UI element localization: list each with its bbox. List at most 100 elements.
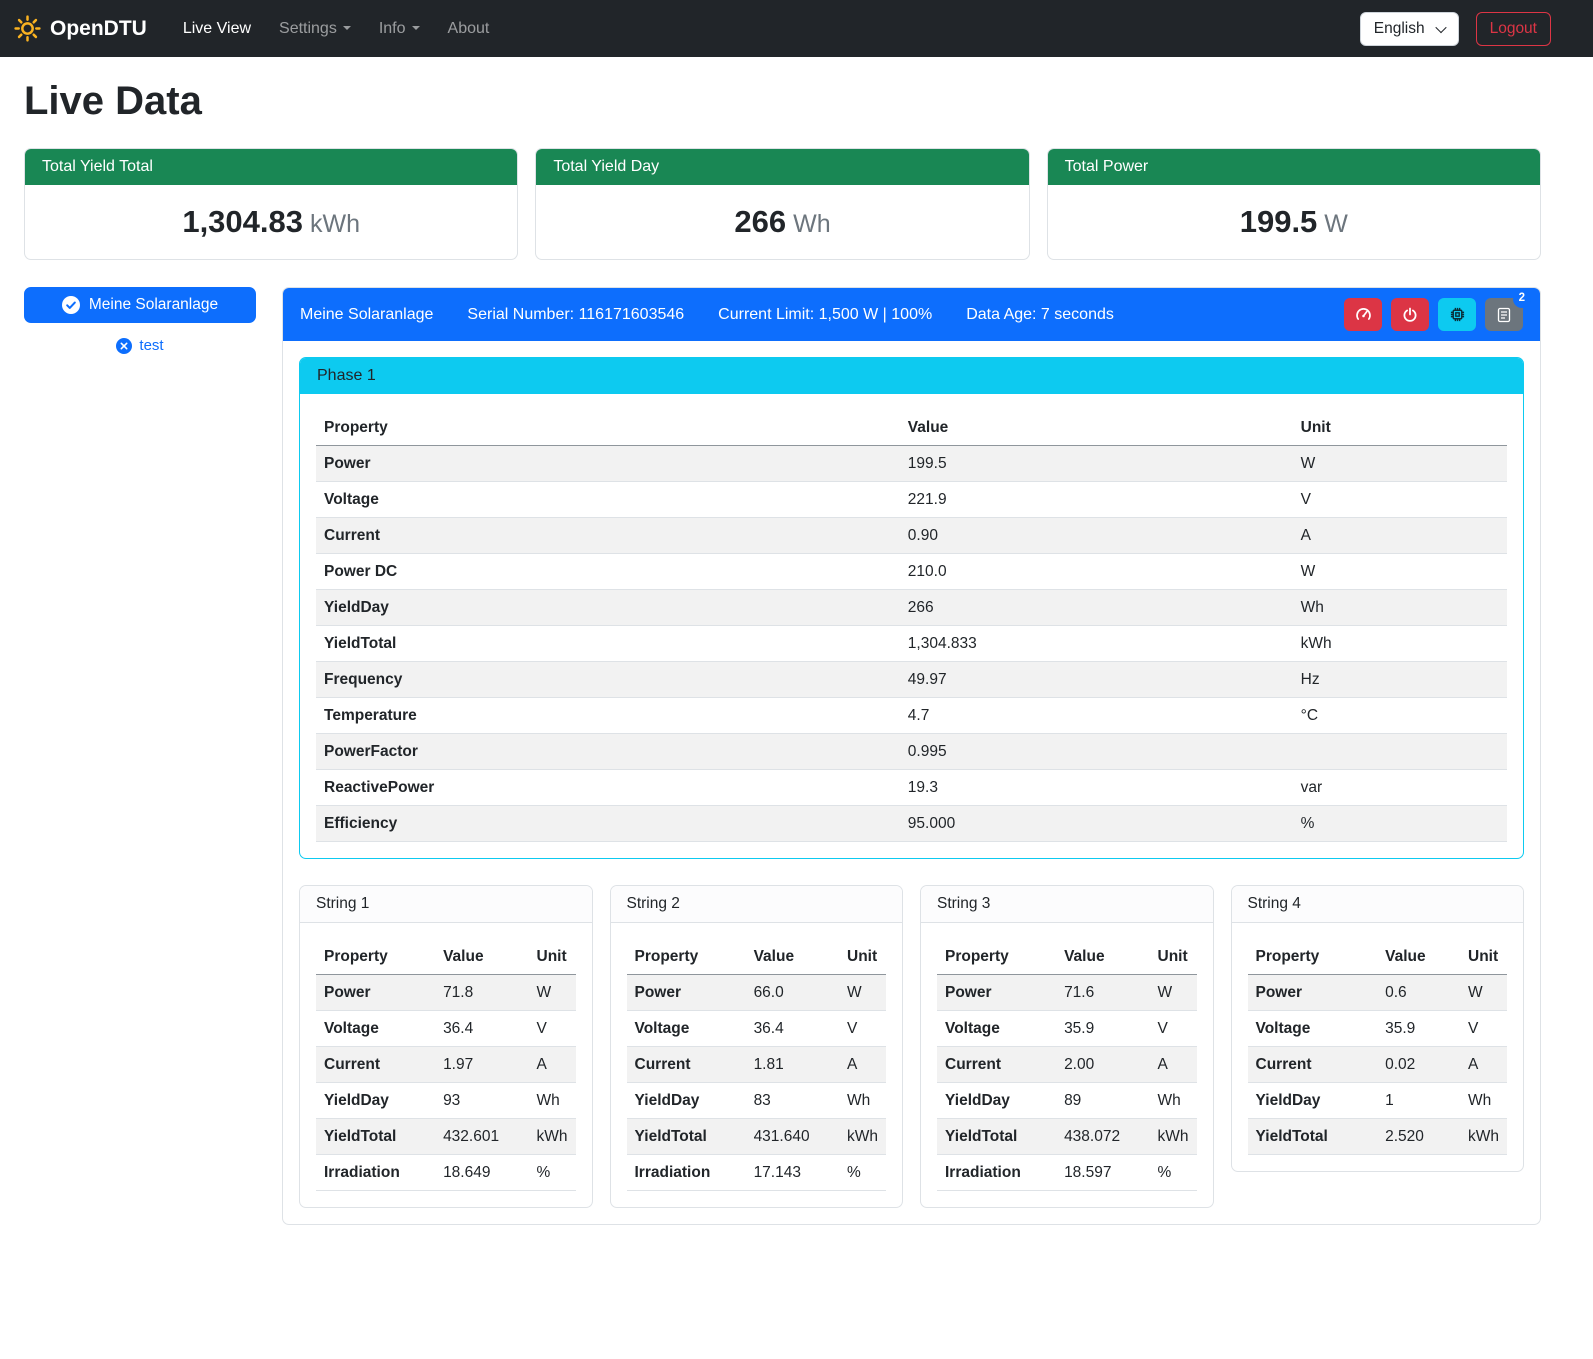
table-row: Irradiation 18.649 % [316, 1155, 576, 1191]
card-unit: Wh [793, 210, 831, 238]
table-row: YieldDay 1 Wh [1248, 1083, 1508, 1119]
total-yield-total-card: Total Yield Total 1,304.83kWh [24, 148, 518, 260]
value-cell: 66.0 [746, 975, 839, 1011]
table-row: YieldTotal 1,304.833 kWh [316, 626, 1507, 662]
property-cell: PowerFactor [316, 734, 900, 770]
language-select-value: English [1374, 20, 1425, 38]
value-cell: 49.97 [900, 662, 1293, 698]
value-cell: 1.97 [435, 1047, 528, 1083]
table-row: ReactivePower 19.3 var [316, 770, 1507, 806]
column-value: Value [900, 410, 1293, 446]
property-cell: YieldTotal [1248, 1119, 1378, 1155]
table-row: YieldTotal 431.640 kWh [627, 1119, 887, 1155]
unit-cell: % [839, 1155, 886, 1191]
caret-down-icon [412, 26, 420, 30]
logout-button[interactable]: Logout [1476, 12, 1551, 46]
unit-cell: °C [1293, 698, 1507, 734]
unit-cell: W [839, 975, 886, 1011]
column-unit: Unit [1150, 939, 1197, 975]
value-cell: 35.9 [1056, 1011, 1149, 1047]
total-power-card: Total Power 199.5W [1047, 148, 1541, 260]
value-cell: 93 [435, 1083, 528, 1119]
property-cell: Current [316, 1047, 435, 1083]
chevron-down-icon [1435, 21, 1446, 32]
power-toggle-button[interactable] [1391, 298, 1429, 331]
table-row: Efficiency 95.000 % [316, 806, 1507, 842]
unit-cell: Wh [1460, 1083, 1507, 1119]
nav-item-settings[interactable]: Settings [265, 12, 365, 46]
unit-cell: kWh [1460, 1119, 1507, 1155]
unit-cell: A [1293, 518, 1507, 554]
property-cell: YieldDay [627, 1083, 746, 1119]
card-unit: W [1324, 210, 1348, 238]
value-cell: 0.995 [900, 734, 1293, 770]
caret-down-icon [343, 26, 351, 30]
value-cell: 432.601 [435, 1119, 528, 1155]
property-cell: Frequency [316, 662, 900, 698]
value-cell: 221.9 [900, 482, 1293, 518]
unit-cell: V [839, 1011, 886, 1047]
property-cell: Power DC [316, 554, 900, 590]
property-cell: Voltage [937, 1011, 1056, 1047]
nav-links: Live View Settings Info About [169, 12, 1360, 46]
property-cell: YieldDay [316, 1083, 435, 1119]
event-count-badge: 2 [1513, 290, 1531, 308]
property-cell: Voltage [627, 1011, 746, 1047]
property-cell: YieldTotal [316, 1119, 435, 1155]
inverter-name: Meine Solaranlage [300, 306, 433, 324]
journal-icon [1496, 307, 1512, 323]
limit-settings-button[interactable] [1344, 298, 1382, 331]
value-cell: 1,304.833 [900, 626, 1293, 662]
nav-item-live-view[interactable]: Live View [169, 12, 265, 46]
column-property: Property [316, 410, 900, 446]
table-row: Power 66.0 W [627, 975, 887, 1011]
inverter-actions: 2 [1344, 298, 1523, 331]
value-cell: 18.649 [435, 1155, 528, 1191]
unit-cell: kWh [529, 1119, 576, 1155]
phase-table: Property Value Unit Power 199.5 W [316, 410, 1507, 842]
device-info-button[interactable] [1438, 298, 1476, 331]
page-title: Live Data [24, 79, 1541, 124]
value-cell: 1 [1377, 1083, 1460, 1119]
inverter-button-test[interactable]: test [24, 337, 256, 354]
language-select[interactable]: English [1360, 12, 1459, 46]
inverter-button-selected[interactable]: Meine Solaranlage [24, 287, 256, 323]
unit-cell: V [1150, 1011, 1197, 1047]
brand[interactable]: OpenDTU [14, 15, 147, 42]
table-row: Power 71.8 W [316, 975, 576, 1011]
nav-item-info[interactable]: Info [365, 12, 434, 46]
value-cell: 71.8 [435, 975, 528, 1011]
event-log-button[interactable]: 2 [1485, 298, 1523, 331]
string-3-card: String 3 Property Value Unit [920, 885, 1214, 1208]
table-row: YieldDay 83 Wh [627, 1083, 887, 1119]
property-cell: Efficiency [316, 806, 900, 842]
inverter-limit: Current Limit: 1,500 W | 100% [718, 306, 932, 324]
property-cell: Irradiation [316, 1155, 435, 1191]
string-1-card: String 1 Property Value Unit [299, 885, 593, 1208]
unit-cell: W [1293, 446, 1507, 482]
value-cell: 95.000 [900, 806, 1293, 842]
inverter-serial: Serial Number: 116171603546 [467, 306, 684, 324]
brand-label: OpenDTU [50, 17, 147, 41]
card-title: Total Yield Total [25, 149, 517, 185]
string-2-card: String 2 Property Value Unit [610, 885, 904, 1208]
unit-cell: A [529, 1047, 576, 1083]
table-row: Power 199.5 W [316, 446, 1507, 482]
table-row: YieldTotal 432.601 kWh [316, 1119, 576, 1155]
strings-row: String 1 Property Value Unit [299, 885, 1524, 1208]
value-cell: 2.520 [1377, 1119, 1460, 1155]
table-header-row: Property Value Unit [627, 939, 887, 975]
nav-item-about[interactable]: About [434, 12, 504, 46]
table-row: Irradiation 18.597 % [937, 1155, 1197, 1191]
table-row: Irradiation 17.143 % [627, 1155, 887, 1191]
inverter-data-age: Data Age: 7 seconds [966, 306, 1114, 324]
table-row: YieldDay 93 Wh [316, 1083, 576, 1119]
value-cell: 35.9 [1377, 1011, 1460, 1047]
property-cell: YieldTotal [316, 626, 900, 662]
unit-cell: % [1150, 1155, 1197, 1191]
property-cell: Power [1248, 975, 1378, 1011]
value-cell: 71.6 [1056, 975, 1149, 1011]
unit-cell: kWh [1150, 1119, 1197, 1155]
unit-cell: A [1460, 1047, 1507, 1083]
total-yield-day-card: Total Yield Day 266Wh [535, 148, 1029, 260]
